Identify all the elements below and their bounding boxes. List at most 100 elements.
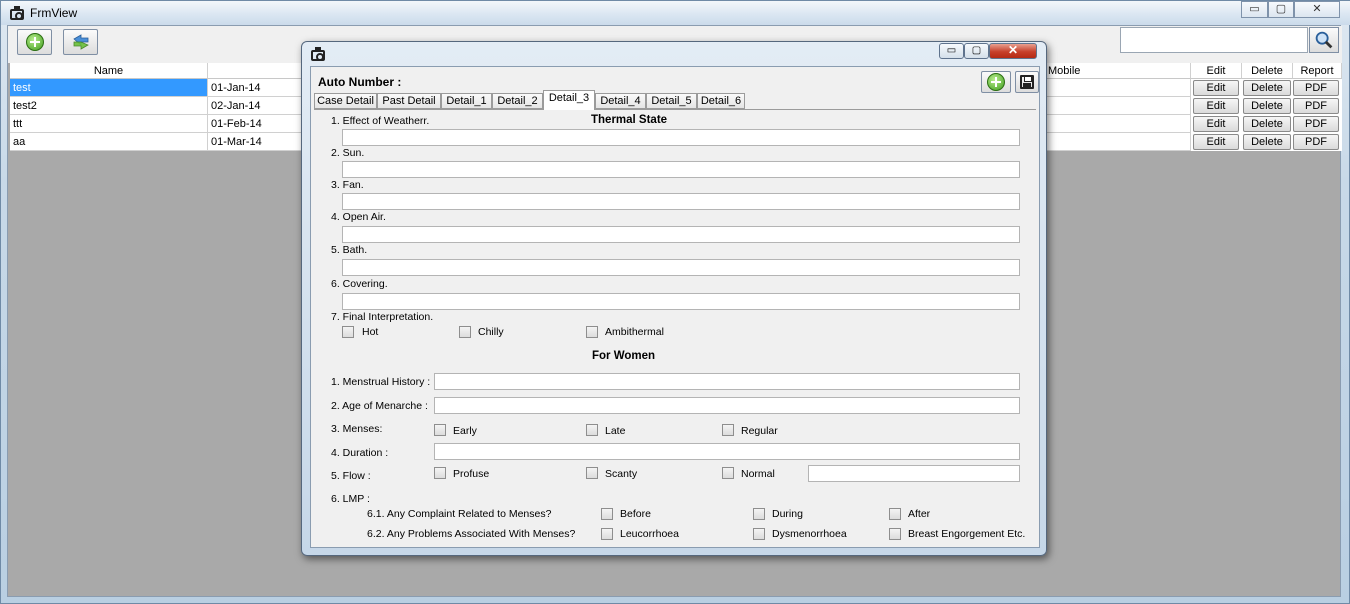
ambithermal-label: Ambithermal (605, 326, 664, 338)
for-women-heading: For Women (592, 350, 656, 362)
during-label: During (772, 508, 803, 520)
auto-number-label: Auto Number : (318, 75, 402, 89)
scanty-checkbox[interactable] (586, 467, 598, 479)
search-input[interactable] (1120, 27, 1308, 53)
pdf-button[interactable]: PDF (1293, 134, 1339, 150)
tab-detail-1[interactable]: Detail_1 (441, 93, 492, 109)
dialog-add-button[interactable] (981, 71, 1011, 93)
profuse-label: Profuse (453, 468, 490, 480)
add-button[interactable] (17, 29, 52, 55)
edit-button[interactable]: Edit (1193, 80, 1239, 96)
effect-of-weather-input[interactable] (342, 129, 1020, 146)
tab-detail-5[interactable]: Detail_5 (646, 93, 697, 109)
chilly-checkbox[interactable] (459, 326, 471, 338)
normal-checkbox[interactable] (722, 467, 734, 479)
dysmenorrhoea-label: Dysmenorrhoea (772, 528, 847, 540)
bath-input[interactable] (342, 259, 1020, 276)
tab-case-detail[interactable]: Case Detail (314, 93, 377, 109)
menstrual-history-label: 1. Menstrual History : (331, 376, 431, 388)
breast-engorgement-label: Breast Engorgement Etc. (908, 528, 1026, 540)
fan-label: 3. Fan. (331, 179, 364, 191)
pdf-button[interactable]: PDF (1293, 116, 1339, 132)
edit-button[interactable]: Edit (1193, 98, 1239, 114)
dialog-save-button[interactable] (1015, 71, 1039, 93)
during-checkbox[interactable] (753, 508, 765, 520)
regular-checkbox[interactable] (722, 424, 734, 436)
problems-associated-label: 6.2. Any Problems Associated With Menses… (367, 528, 576, 540)
chilly-label: Chilly (478, 326, 504, 338)
delete-button[interactable]: Delete (1243, 98, 1291, 114)
dysmenorrhoea-checkbox[interactable] (753, 528, 765, 540)
fan-input[interactable] (342, 193, 1020, 210)
before-checkbox[interactable] (601, 508, 613, 520)
edit-button[interactable]: Edit (1193, 134, 1239, 150)
profuse-checkbox[interactable] (434, 467, 446, 479)
refresh-button[interactable] (63, 29, 98, 55)
cell-mobile[interactable] (1046, 97, 1191, 115)
ambithermal-checkbox[interactable] (586, 326, 598, 338)
column-header-report[interactable]: Report (1293, 63, 1342, 79)
column-header-delete[interactable]: Delete (1242, 63, 1293, 79)
delete-button[interactable]: Delete (1243, 116, 1291, 132)
maximize-button[interactable]: ▢ (1268, 1, 1294, 18)
add-icon (26, 33, 44, 51)
detail-3-panel: Thermal State 1. Effect of Weatherr. 2. … (314, 109, 1036, 547)
cell-name[interactable]: aa (10, 133, 208, 151)
sun-input[interactable] (342, 161, 1020, 178)
close-button[interactable]: ✕ (1294, 1, 1340, 18)
tab-detail-2[interactable]: Detail_2 (492, 93, 543, 109)
pdf-button[interactable]: PDF (1293, 98, 1339, 114)
cell-mobile[interactable] (1046, 115, 1191, 133)
pdf-button[interactable]: PDF (1293, 80, 1339, 96)
edit-button[interactable]: Edit (1193, 116, 1239, 132)
tab-detail-6[interactable]: Detail_6 (697, 93, 745, 109)
cell-name[interactable]: test2 (10, 97, 208, 115)
age-of-menarche-input[interactable] (434, 397, 1020, 414)
dialog-minimize-button[interactable]: ▭ (939, 43, 964, 59)
search-button[interactable] (1309, 27, 1339, 53)
cell-mobile[interactable] (1046, 133, 1191, 151)
flow-other-input[interactable] (808, 465, 1020, 482)
dialog-maximize-button[interactable]: ▢ (964, 43, 989, 59)
tab-detail-4[interactable]: Detail_4 (595, 93, 646, 109)
early-checkbox[interactable] (434, 424, 446, 436)
lmp-label: 6. LMP : (331, 493, 370, 505)
hot-label: Hot (362, 326, 379, 338)
minimize-button[interactable]: ▭ (1241, 1, 1268, 18)
open-air-input[interactable] (342, 226, 1020, 243)
thermal-state-heading: Thermal State (591, 114, 668, 126)
column-header-edit[interactable]: Edit (1191, 63, 1242, 79)
breast-engorgement-checkbox[interactable] (889, 528, 901, 540)
regular-label: Regular (741, 425, 778, 437)
duration-label: 4. Duration : (331, 447, 389, 459)
leucorrhoea-checkbox[interactable] (601, 528, 613, 540)
tab-past-detail[interactable]: Past Detail (377, 93, 441, 109)
column-header-mobile[interactable]: Mobile (1046, 63, 1191, 79)
cell-name[interactable]: ttt (10, 115, 208, 133)
sun-label: 2. Sun. (331, 147, 365, 159)
duration-input[interactable] (434, 443, 1020, 460)
age-of-menarche-label: 2. Age of Menarche : (331, 400, 428, 412)
leucorrhoea-label: Leucorrhoea (620, 528, 679, 540)
delete-button[interactable]: Delete (1243, 134, 1291, 150)
add-icon (987, 73, 1005, 91)
after-label: After (908, 508, 931, 520)
flow-label: 5. Flow : (331, 470, 371, 482)
cell-mobile[interactable] (1046, 79, 1191, 97)
cell-name[interactable]: test (10, 79, 208, 97)
tab-detail-3[interactable]: Detail_3 (543, 90, 595, 110)
column-header-name[interactable]: Name (10, 63, 208, 79)
before-label: Before (620, 508, 651, 520)
delete-button[interactable]: Delete (1243, 80, 1291, 96)
late-checkbox[interactable] (586, 424, 598, 436)
save-icon (1020, 75, 1034, 89)
dialog-close-button[interactable]: ✕ (989, 43, 1037, 59)
covering-input[interactable] (342, 293, 1020, 310)
effect-of-weather-label: 1. Effect of Weatherr. (331, 115, 430, 127)
detail-dialog: ▭ ▢ ✕ Auto Number : Case Detail Past Det… (301, 41, 1047, 556)
hot-checkbox[interactable] (342, 326, 354, 338)
menstrual-history-input[interactable] (434, 373, 1020, 390)
after-checkbox[interactable] (889, 508, 901, 520)
covering-label: 6. Covering. (331, 278, 388, 290)
camera-icon (10, 6, 24, 20)
